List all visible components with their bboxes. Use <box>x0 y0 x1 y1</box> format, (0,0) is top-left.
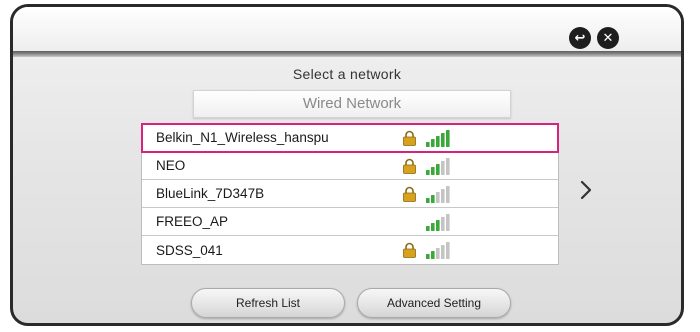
advanced-setting-button[interactable]: Advanced Setting <box>357 288 511 318</box>
network-ssid: NEO <box>156 158 186 173</box>
signal-bar <box>446 242 450 259</box>
lock-icon <box>403 158 416 174</box>
signal-bar <box>441 189 445 203</box>
close-button[interactable]: ✕ <box>597 27 619 49</box>
network-row[interactable]: SDSS_041 <box>142 236 558 264</box>
network-list: Belkin_N1_Wireless_hanspu NEO BlueLink_7… <box>141 123 559 265</box>
signal-bar <box>436 248 440 259</box>
network-row[interactable]: BlueLink_7D347B <box>142 180 558 208</box>
back-arrow-icon: ↩ <box>574 30 586 46</box>
network-ssid: SDSS_041 <box>156 242 223 258</box>
signal-bar <box>441 133 445 147</box>
signal-bar <box>436 164 440 175</box>
header-divider <box>13 51 681 57</box>
signal-strength-icon <box>426 130 450 147</box>
lock-icon <box>403 130 416 146</box>
signal-bar <box>426 142 430 147</box>
signal-bar <box>431 139 435 147</box>
signal-strength-icon <box>426 214 450 231</box>
network-row[interactable]: FREEO_AP <box>142 208 558 236</box>
close-icon: ✕ <box>602 30 614 46</box>
wired-network-option[interactable]: Wired Network <box>193 90 511 118</box>
network-ssid: FREEO_AP <box>156 214 229 229</box>
lock-icon <box>403 242 416 258</box>
signal-bar <box>441 161 445 175</box>
network-row[interactable]: Belkin_N1_Wireless_hanspu <box>141 123 559 153</box>
signal-bar <box>426 226 430 231</box>
signal-bar <box>426 170 430 175</box>
signal-strength-icon <box>426 186 450 203</box>
signal-bar <box>431 223 435 231</box>
signal-bar <box>431 167 435 175</box>
signal-bar <box>446 214 450 231</box>
signal-strength-icon <box>426 158 450 175</box>
chevron-right-icon[interactable] <box>579 179 593 201</box>
network-dialog: ↩ ✕ Select a network Wired Network Belki… <box>10 4 684 326</box>
network-ssid: BlueLink_7D347B <box>156 186 265 201</box>
refresh-list-button[interactable]: Refresh List <box>191 288 345 318</box>
signal-bar <box>436 220 440 231</box>
signal-bar <box>426 254 430 259</box>
signal-bar <box>446 158 450 175</box>
signal-bar <box>431 195 435 203</box>
signal-bar <box>426 198 430 203</box>
signal-bar <box>446 130 450 147</box>
signal-strength-icon <box>426 242 450 259</box>
signal-bar <box>436 192 440 203</box>
back-button[interactable]: ↩ <box>569 27 591 49</box>
signal-bar <box>436 136 440 147</box>
signal-bar <box>441 217 445 231</box>
network-row[interactable]: NEO <box>142 152 558 180</box>
signal-bar <box>446 186 450 203</box>
lock-icon <box>403 186 416 202</box>
page-title: Select a network <box>292 66 402 82</box>
signal-bar <box>441 245 445 259</box>
signal-bar <box>431 251 435 259</box>
network-ssid: Belkin_N1_Wireless_hanspu <box>156 130 329 145</box>
